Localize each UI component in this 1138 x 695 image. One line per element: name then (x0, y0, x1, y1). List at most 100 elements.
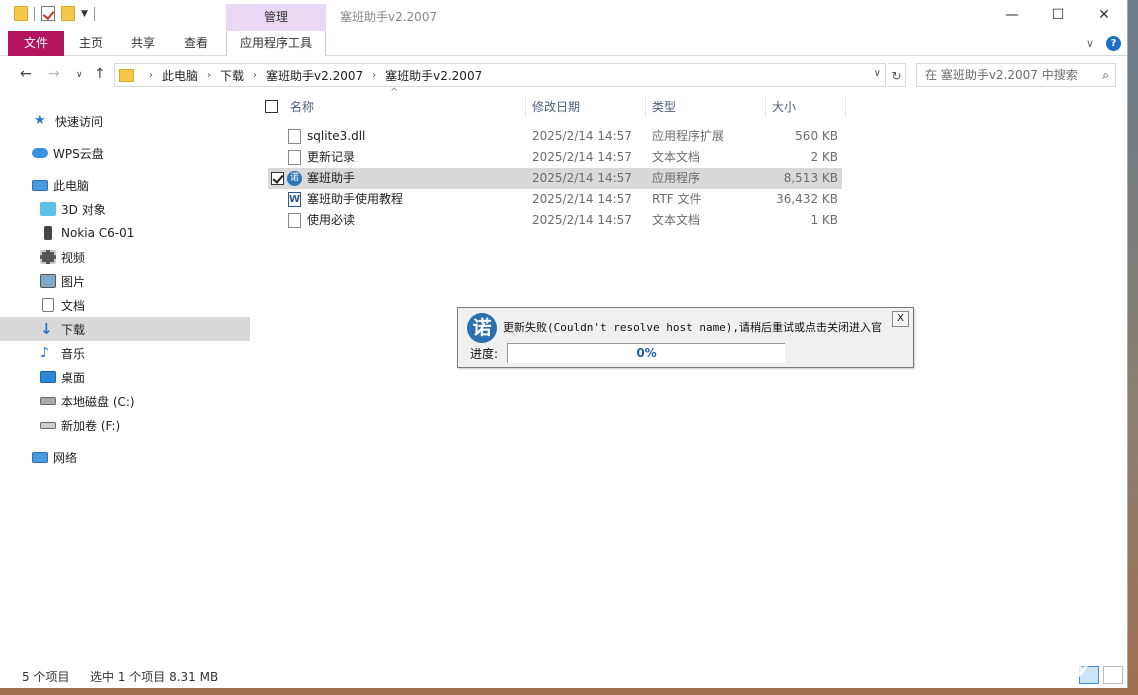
sidebar-item-label: 快速访问 (55, 114, 104, 129)
breadcrumb-separator-icon[interactable]: › (149, 70, 153, 81)
search-placeholder: 在 塞班助手v2.2007 中搜索 (925, 68, 1078, 82)
sidebar-item-videos[interactable]: 视频 (0, 245, 250, 269)
new-folder-icon[interactable] (61, 6, 75, 21)
sidebar-item-wps-cloud[interactable]: WPS云盘 (0, 141, 250, 165)
sidebar-item-network[interactable]: 网络 (0, 445, 250, 469)
expand-ribbon-icon[interactable]: ∨ (1086, 37, 1094, 50)
back-arrow-icon[interactable]: ← (20, 66, 32, 82)
drive-icon (40, 397, 56, 405)
explorer-window: ▼ 管理 塞班助手v2.2007 — ☐ ✕ 文件 主页 共享 查看 应用程序工… (0, 0, 1128, 688)
desktop-icon (40, 371, 56, 383)
sidebar-item-label: 图片 (61, 274, 86, 289)
sidebar-item-drive-c[interactable]: 本地磁盘 (C:) (0, 389, 250, 413)
breadcrumb-separator-icon[interactable]: › (207, 70, 211, 81)
large-icons-view-icon[interactable] (1103, 666, 1123, 684)
details-view-icon[interactable] (1079, 666, 1099, 684)
recent-locations-icon[interactable]: ∨ (76, 70, 83, 80)
properties-icon[interactable] (41, 6, 55, 21)
tab-home[interactable]: 主页 (72, 31, 110, 56)
table-row[interactable]: 诺 塞班助手 2025/2/14 14:57 应用程序 8,513 KB (268, 168, 842, 189)
view-toggle (1079, 666, 1123, 684)
address-dropdown-icon[interactable]: ∨ (874, 68, 881, 79)
navigation-bar: ← → ∨ ↑ › 此电脑 › 下载 › 塞班助手v2.2007 › 塞班助手v… (0, 60, 1127, 90)
sidebar-item-music[interactable]: ♪ 音乐 (0, 341, 250, 365)
column-size[interactable]: 大小 (772, 95, 796, 119)
table-row[interactable]: W 塞班助手使用教程 2025/2/14 14:57 RTF 文件 36,432… (268, 189, 842, 210)
row-checkbox[interactable] (271, 172, 284, 185)
forward-arrow-icon[interactable]: → (48, 66, 60, 82)
select-all-checkbox[interactable] (265, 100, 278, 113)
selection-info: 选中 1 个项目 8.31 MB (90, 670, 219, 684)
update-dialog: 诺 更新失败(Couldn't resolve host name),请稍后重试… (457, 307, 914, 368)
dialog-close-button[interactable]: X (892, 311, 909, 327)
column-divider[interactable] (645, 97, 646, 117)
music-icon: ♪ (40, 345, 49, 361)
app-logo-icon: 诺 (467, 313, 497, 343)
sidebar-item-downloads[interactable]: ↓ 下载 (0, 317, 250, 341)
network-icon (32, 451, 48, 463)
breadcrumb-downloads[interactable]: 下载 (220, 67, 244, 84)
title-bar: ▼ 管理 塞班助手v2.2007 — ☐ ✕ (0, 0, 1127, 31)
sidebar-item-label: 3D 对象 (61, 202, 106, 217)
app-icon: 诺 (287, 171, 302, 186)
maximize-button[interactable]: ☐ (1035, 0, 1081, 30)
column-divider[interactable] (525, 97, 526, 117)
file-modified: 2025/2/14 14:57 (532, 129, 632, 143)
column-type[interactable]: 类型 (652, 95, 676, 119)
sidebar-item-pictures[interactable]: 图片 (0, 269, 250, 293)
search-icon[interactable]: ⌕ (1102, 64, 1109, 86)
sidebar-item-documents[interactable]: 文档 (0, 293, 250, 317)
up-arrow-icon[interactable]: ↑ (94, 66, 106, 82)
minimize-button[interactable]: — (989, 0, 1035, 30)
table-row[interactable]: 使用必读 2025/2/14 14:57 文本文档 1 KB (268, 210, 842, 231)
sidebar-item-desktop[interactable]: 桌面 (0, 365, 250, 389)
column-divider[interactable] (765, 97, 766, 117)
breadcrumb-separator-icon[interactable]: › (372, 70, 376, 81)
quick-access-toolbar: ▼ (14, 6, 95, 21)
sidebar-item-label: 此电脑 (53, 178, 90, 193)
column-divider[interactable] (845, 97, 846, 117)
progress-bar: 0% (507, 343, 785, 363)
refresh-icon[interactable]: ↻ (888, 63, 906, 87)
tab-application-tools[interactable]: 应用程序工具 (226, 31, 326, 56)
computer-icon (32, 179, 48, 191)
sidebar-item-label: 本地磁盘 (C:) (61, 394, 135, 409)
tab-file[interactable]: 文件 (8, 31, 64, 56)
file-size: 1 KB (810, 213, 838, 227)
file-name: 更新记录 (307, 150, 356, 164)
close-button[interactable]: ✕ (1081, 0, 1127, 30)
table-row[interactable]: sqlite3.dll 2025/2/14 14:57 应用程序扩展 560 K… (268, 126, 842, 147)
window-title: 塞班助手v2.2007 (340, 10, 438, 24)
customize-qat-icon[interactable]: ▼ (81, 9, 88, 19)
help-icon[interactable]: ? (1106, 36, 1121, 51)
file-modified: 2025/2/14 14:57 (532, 192, 632, 206)
manage-context-label[interactable]: 管理 (226, 4, 326, 31)
file-modified: 2025/2/14 14:57 (532, 171, 632, 185)
file-size: 560 KB (795, 129, 838, 143)
sort-ascending-icon: ^ (390, 87, 399, 98)
sidebar-item-3d-objects[interactable]: 3D 对象 (0, 197, 250, 221)
sidebar-item-drive-f[interactable]: 新加卷 (F:) (0, 413, 250, 437)
sidebar-item-quick-access[interactable]: ★ 快速访问 (0, 109, 250, 133)
sidebar-item-this-pc[interactable]: 此电脑 (0, 173, 250, 197)
tab-share[interactable]: 共享 (124, 31, 162, 56)
progress-label: 进度: (470, 347, 499, 361)
address-bar[interactable]: › 此电脑 › 下载 › 塞班助手v2.2007 › 塞班助手v2.2007 ∨ (114, 63, 886, 87)
document-icon (42, 298, 54, 312)
breadcrumb-folder-1[interactable]: 塞班助手v2.2007 (266, 67, 363, 84)
breadcrumb-separator-icon[interactable]: › (253, 70, 257, 81)
sidebar-item-nokia[interactable]: Nokia C6-01 (0, 221, 250, 245)
column-modified[interactable]: 修改日期 (532, 95, 580, 119)
folder-icon (14, 6, 28, 21)
file-name: sqlite3.dll (307, 129, 366, 143)
search-input[interactable]: 在 塞班助手v2.2007 中搜索 ⌕ (916, 63, 1116, 87)
breadcrumb-this-pc[interactable]: 此电脑 (162, 67, 198, 84)
breadcrumb-folder-2[interactable]: 塞班助手v2.2007 (385, 67, 482, 84)
phone-icon (44, 226, 52, 240)
column-name[interactable]: 名称 (290, 95, 314, 119)
drive-icon (40, 421, 56, 429)
table-row[interactable]: 更新记录 2025/2/14 14:57 文本文档 2 KB (268, 147, 842, 168)
tab-view[interactable]: 查看 (177, 31, 215, 56)
cloud-icon (32, 148, 48, 158)
folder-icon (119, 68, 134, 82)
